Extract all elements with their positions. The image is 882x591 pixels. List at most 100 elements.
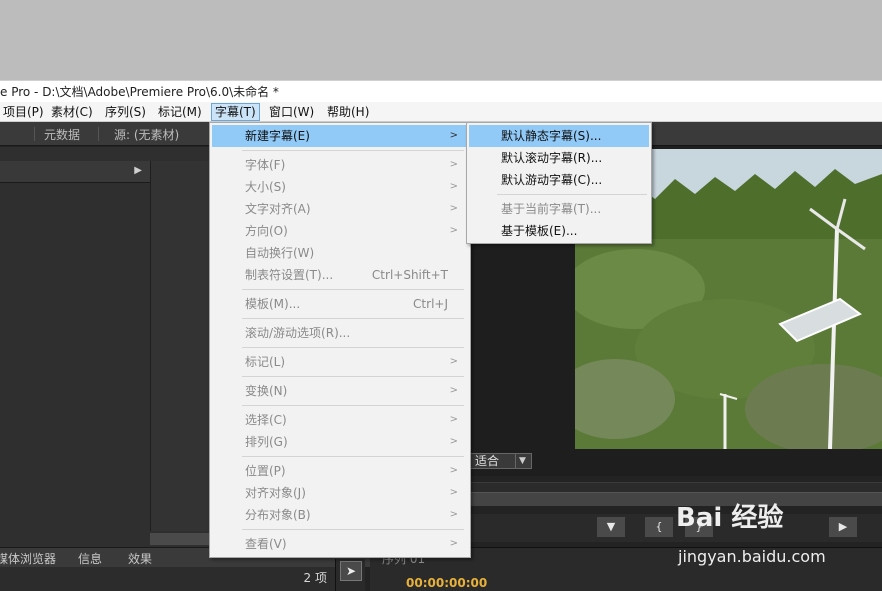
chevron-right-icon: >: [449, 465, 458, 476]
chevron-right-icon: >: [449, 414, 458, 425]
menu-item-roll-crawl-options[interactable]: 滚动/游动选项(R)...: [212, 322, 468, 344]
menu-item-font[interactable]: 字体(F) >: [212, 154, 468, 176]
chevron-right-icon: >: [449, 538, 458, 549]
tab-media-browser[interactable]: 媒体浏览器: [0, 550, 56, 567]
submenu-item-based-on-current[interactable]: 基于当前字幕(T)...: [469, 198, 649, 220]
menu-item-label: 变换(N): [245, 384, 288, 398]
panel-column: [150, 161, 210, 531]
in-point-icon[interactable]: {: [644, 516, 674, 538]
menu-item-logo[interactable]: 标记(L) >: [212, 351, 468, 373]
panel-header-row: ▶: [0, 161, 150, 183]
baidu-jingyan-watermark: Bai 经验 jingyan.baidu.com: [676, 497, 876, 577]
menu-item-label: 文字对齐(A): [245, 202, 311, 216]
menu-item-size[interactable]: 大小(S) >: [212, 176, 468, 198]
chevron-right-icon: >: [449, 130, 458, 141]
tab-source[interactable]: 源: (无素材): [114, 126, 179, 143]
menu-item-shortcut: Ctrl+J: [413, 297, 448, 311]
menu-item-label: 制表符设置(T)...: [245, 268, 334, 282]
menu-item-distribute-objects[interactable]: 分布对象(B) >: [212, 504, 468, 526]
menu-item-label: 分布对象(B): [245, 508, 311, 522]
submenu-item-default-still[interactable]: 默认静态字幕(S)...: [469, 125, 649, 147]
menu-window[interactable]: 窗口(W): [266, 103, 317, 121]
menu-separator: [497, 194, 647, 195]
menu-item-shortcut: Ctrl+Shift+T: [371, 268, 448, 282]
tab-metadata[interactable]: 元数据: [44, 126, 80, 143]
menu-separator: [242, 456, 464, 457]
watermark-logo: Bai 经验: [676, 503, 784, 533]
menu-item-transform[interactable]: 变换(N) >: [212, 380, 468, 402]
menu-separator: [242, 529, 464, 530]
horizontal-scrollbar[interactable]: [150, 533, 210, 545]
submenu-item-based-on-template[interactable]: 基于模板(E)...: [469, 220, 649, 242]
menu-separator: [242, 150, 464, 151]
menu-item-label: 滚动/游动选项(R)...: [245, 326, 351, 340]
arrow-pointer-icon[interactable]: ➤: [340, 561, 362, 581]
project-panel: 2 项: [0, 567, 335, 591]
menu-sequence[interactable]: 序列(S): [102, 103, 149, 121]
chevron-right-icon[interactable]: ▶: [134, 165, 142, 176]
menu-separator: [242, 405, 464, 406]
submenu-item-default-roll[interactable]: 默认滚动字幕(R)...: [469, 147, 649, 169]
menu-item-templates[interactable]: 模板(M)... Ctrl+J: [212, 293, 468, 315]
source-panel: ▶: [0, 147, 210, 547]
menu-project[interactable]: 项目(P): [0, 103, 47, 121]
menu-item-label: 选择(C): [245, 413, 287, 427]
menu-item-select[interactable]: 选择(C) >: [212, 409, 468, 431]
menu-separator: [242, 376, 464, 377]
menu-item-orientation[interactable]: 方向(O) >: [212, 220, 468, 242]
menu-item-tab-stops[interactable]: 制表符设置(T)... Ctrl+Shift+T: [212, 264, 468, 286]
menu-item-label: 位置(P): [245, 464, 286, 478]
watermark-url: jingyan.baidu.com: [678, 547, 826, 566]
title-menu-dropdown: 新建字幕(E) > 字体(F) > 大小(S) > 文字对齐(A) > 方向(O…: [209, 122, 471, 558]
chevron-right-icon: >: [449, 356, 458, 367]
menu-item-label: 查看(V): [245, 537, 287, 551]
menu-item-label: 字体(F): [245, 158, 286, 172]
window-title: e Pro - D:\文档\Adobe\Premiere Pro\6.0\未命名…: [0, 85, 279, 99]
submenu-item-default-crawl[interactable]: 默认游动字幕(C)...: [469, 169, 649, 191]
menu-item-label: 新建字幕(E): [245, 129, 310, 143]
menu-item-position[interactable]: 位置(P) >: [212, 460, 468, 482]
menu-title[interactable]: 字幕(T): [211, 103, 260, 121]
monitor-time-ruler[interactable]: [470, 482, 882, 492]
chevron-down-icon: ▼: [515, 454, 529, 468]
menu-item-align-objects[interactable]: 对齐对象(J) >: [212, 482, 468, 504]
menu-clip[interactable]: 素材(C): [48, 103, 96, 121]
chevron-right-icon: >: [449, 487, 458, 498]
tab-divider: [34, 127, 35, 141]
menu-item-text-align[interactable]: 文字对齐(A) >: [212, 198, 468, 220]
menu-bar: 项目(P) 素材(C) 序列(S) 标记(M) 字幕(T) 窗口(W) 帮助(H…: [0, 102, 882, 122]
tools-panel: ➤: [335, 559, 365, 591]
menu-separator: [242, 289, 464, 290]
marker-icon[interactable]: ▼: [596, 516, 626, 538]
source-panel-tabs: 元数据 源: (无素材): [0, 122, 210, 146]
menu-item-arrange[interactable]: 排列(G) >: [212, 431, 468, 453]
menu-item-label: 自动换行(W): [245, 246, 315, 260]
items-count: 2 项: [303, 571, 327, 585]
menu-item-word-wrap[interactable]: 自动换行(W): [212, 242, 468, 264]
menu-item-label: 大小(S): [245, 180, 286, 194]
zoom-fit-dropdown[interactable]: 适合 ▼: [470, 453, 532, 469]
menu-item-label: 标记(L): [245, 355, 286, 369]
desktop-background: [0, 0, 882, 80]
menu-item-label: 方向(O): [245, 224, 288, 238]
menu-item-new-title[interactable]: 新建字幕(E) >: [212, 125, 468, 147]
menu-separator: [242, 347, 464, 348]
menu-item-label: 模板(M)...: [245, 297, 301, 311]
menu-help[interactable]: 帮助(H): [324, 103, 372, 121]
chevron-right-icon: >: [449, 159, 458, 170]
chevron-right-icon: >: [449, 509, 458, 520]
chevron-right-icon: >: [449, 203, 458, 214]
new-title-submenu: 默认静态字幕(S)... 默认滚动字幕(R)... 默认游动字幕(C)... 基…: [466, 122, 652, 244]
tab-divider: [98, 127, 99, 141]
tab-effects[interactable]: 效果: [128, 550, 152, 567]
menu-separator: [242, 318, 464, 319]
menu-item-label: 对齐对象(J): [245, 486, 306, 500]
chevron-right-icon: >: [449, 436, 458, 447]
menu-marker[interactable]: 标记(M): [155, 103, 205, 121]
timeline-timecode[interactable]: 00:00:00:00: [406, 576, 487, 590]
chevron-right-icon: >: [449, 385, 458, 396]
zoom-fit-label: 适合: [475, 454, 500, 468]
menu-item-view[interactable]: 查看(V) >: [212, 533, 468, 555]
tab-info[interactable]: 信息: [78, 550, 102, 567]
chevron-right-icon: >: [449, 225, 458, 236]
